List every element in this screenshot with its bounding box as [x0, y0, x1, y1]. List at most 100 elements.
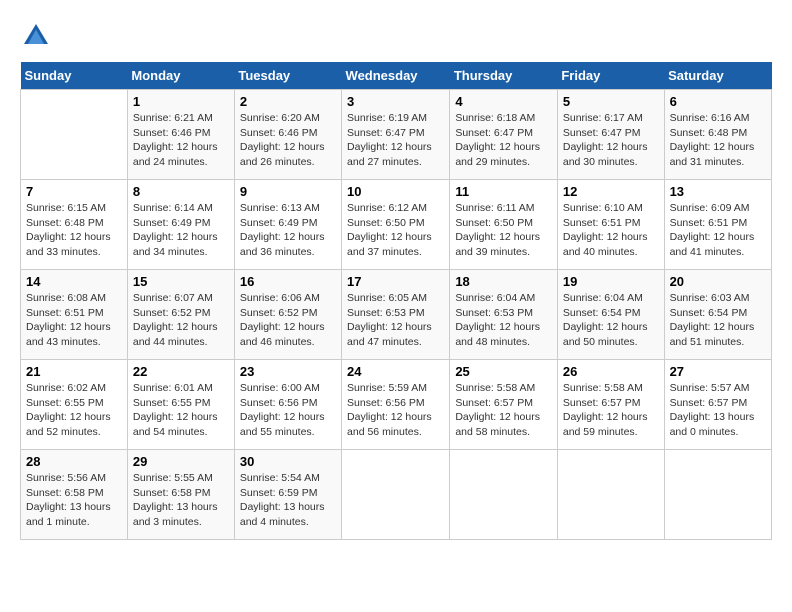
- day-info: Sunrise: 5:58 AM Sunset: 6:57 PM Dayligh…: [563, 381, 659, 440]
- day-info: Sunrise: 6:00 AM Sunset: 6:56 PM Dayligh…: [240, 381, 336, 440]
- day-number: 26: [563, 364, 659, 379]
- day-info: Sunrise: 6:11 AM Sunset: 6:50 PM Dayligh…: [455, 201, 552, 260]
- day-info: Sunrise: 6:09 AM Sunset: 6:51 PM Dayligh…: [670, 201, 766, 260]
- day-number: 1: [133, 94, 229, 109]
- day-number: 10: [347, 184, 444, 199]
- weekday-header-friday: Friday: [557, 62, 664, 90]
- calendar-cell: 26 Sunrise: 5:58 AM Sunset: 6:57 PM Dayli…: [557, 360, 664, 450]
- calendar-cell: 24 Sunrise: 5:59 AM Sunset: 6:56 PM Dayli…: [342, 360, 450, 450]
- logo-icon: [20, 20, 52, 52]
- calendar-cell: 11 Sunrise: 6:11 AM Sunset: 6:50 PM Dayli…: [450, 180, 558, 270]
- calendar-cell: 17 Sunrise: 6:05 AM Sunset: 6:53 PM Dayli…: [342, 270, 450, 360]
- day-info: Sunrise: 5:58 AM Sunset: 6:57 PM Dayligh…: [455, 381, 552, 440]
- day-info: Sunrise: 6:04 AM Sunset: 6:54 PM Dayligh…: [563, 291, 659, 350]
- day-number: 25: [455, 364, 552, 379]
- weekday-header-saturday: Saturday: [664, 62, 771, 90]
- calendar-cell: 3 Sunrise: 6:19 AM Sunset: 6:47 PM Daylig…: [342, 90, 450, 180]
- day-number: 17: [347, 274, 444, 289]
- page-header: [20, 20, 772, 52]
- weekday-header-row: SundayMondayTuesdayWednesdayThursdayFrid…: [21, 62, 772, 90]
- day-info: Sunrise: 6:21 AM Sunset: 6:46 PM Dayligh…: [133, 111, 229, 170]
- weekday-header-sunday: Sunday: [21, 62, 128, 90]
- day-number: 22: [133, 364, 229, 379]
- calendar-cell: 27 Sunrise: 5:57 AM Sunset: 6:57 PM Dayli…: [664, 360, 771, 450]
- day-info: Sunrise: 6:02 AM Sunset: 6:55 PM Dayligh…: [26, 381, 122, 440]
- calendar-cell: 21 Sunrise: 6:02 AM Sunset: 6:55 PM Dayli…: [21, 360, 128, 450]
- day-info: Sunrise: 5:56 AM Sunset: 6:58 PM Dayligh…: [26, 471, 122, 530]
- calendar-table: SundayMondayTuesdayWednesdayThursdayFrid…: [20, 62, 772, 540]
- calendar-cell: [557, 450, 664, 540]
- day-info: Sunrise: 6:10 AM Sunset: 6:51 PM Dayligh…: [563, 201, 659, 260]
- calendar-cell: 6Sunrise: 6:16 AM Sunset: 6:48 PM Daylig…: [664, 90, 771, 180]
- day-info: Sunrise: 6:15 AM Sunset: 6:48 PM Dayligh…: [26, 201, 122, 260]
- day-number: 13: [670, 184, 766, 199]
- day-number: 4: [455, 94, 552, 109]
- calendar-cell: 30 Sunrise: 5:54 AM Sunset: 6:59 PM Dayli…: [234, 450, 341, 540]
- day-info: Sunrise: 5:59 AM Sunset: 6:56 PM Dayligh…: [347, 381, 444, 440]
- day-number: 14: [26, 274, 122, 289]
- day-number: 24: [347, 364, 444, 379]
- day-info: Sunrise: 6:12 AM Sunset: 6:50 PM Dayligh…: [347, 201, 444, 260]
- day-number: 7: [26, 184, 122, 199]
- calendar-cell: 8Sunrise: 6:14 AM Sunset: 6:49 PM Daylig…: [127, 180, 234, 270]
- day-number: 29: [133, 454, 229, 469]
- calendar-cell: 28 Sunrise: 5:56 AM Sunset: 6:58 PM Dayli…: [21, 450, 128, 540]
- calendar-cell: 25 Sunrise: 5:58 AM Sunset: 6:57 PM Dayli…: [450, 360, 558, 450]
- day-number: 20: [670, 274, 766, 289]
- calendar-cell: 9Sunrise: 6:13 AM Sunset: 6:49 PM Daylig…: [234, 180, 341, 270]
- calendar-cell: 2 Sunrise: 6:20 AM Sunset: 6:46 PM Daylig…: [234, 90, 341, 180]
- calendar-cell: 18 Sunrise: 6:04 AM Sunset: 6:53 PM Dayli…: [450, 270, 558, 360]
- day-number: 30: [240, 454, 336, 469]
- calendar-cell: [664, 450, 771, 540]
- day-info: Sunrise: 6:14 AM Sunset: 6:49 PM Dayligh…: [133, 201, 229, 260]
- calendar-cell: 7 Sunrise: 6:15 AM Sunset: 6:48 PM Daylig…: [21, 180, 128, 270]
- day-number: 6: [670, 94, 766, 109]
- day-info: Sunrise: 6:19 AM Sunset: 6:47 PM Dayligh…: [347, 111, 444, 170]
- weekday-header-monday: Monday: [127, 62, 234, 90]
- day-number: 12: [563, 184, 659, 199]
- calendar-cell: 5Sunrise: 6:17 AM Sunset: 6:47 PM Daylig…: [557, 90, 664, 180]
- calendar-cell: [21, 90, 128, 180]
- day-number: 23: [240, 364, 336, 379]
- calendar-week-row: 7 Sunrise: 6:15 AM Sunset: 6:48 PM Daylig…: [21, 180, 772, 270]
- day-number: 15: [133, 274, 229, 289]
- calendar-cell: 1 Sunrise: 6:21 AM Sunset: 6:46 PM Daylig…: [127, 90, 234, 180]
- day-number: 3: [347, 94, 444, 109]
- day-info: Sunrise: 6:01 AM Sunset: 6:55 PM Dayligh…: [133, 381, 229, 440]
- day-number: 19: [563, 274, 659, 289]
- day-info: Sunrise: 6:18 AM Sunset: 6:47 PM Dayligh…: [455, 111, 552, 170]
- calendar-cell: 14 Sunrise: 6:08 AM Sunset: 6:51 PM Dayli…: [21, 270, 128, 360]
- day-info: Sunrise: 6:20 AM Sunset: 6:46 PM Dayligh…: [240, 111, 336, 170]
- calendar-cell: 4 Sunrise: 6:18 AM Sunset: 6:47 PM Daylig…: [450, 90, 558, 180]
- day-info: Sunrise: 6:13 AM Sunset: 6:49 PM Dayligh…: [240, 201, 336, 260]
- day-number: 27: [670, 364, 766, 379]
- day-info: Sunrise: 5:57 AM Sunset: 6:57 PM Dayligh…: [670, 381, 766, 440]
- day-number: 11: [455, 184, 552, 199]
- day-info: Sunrise: 6:07 AM Sunset: 6:52 PM Dayligh…: [133, 291, 229, 350]
- calendar-cell: 13 Sunrise: 6:09 AM Sunset: 6:51 PM Dayli…: [664, 180, 771, 270]
- day-number: 2: [240, 94, 336, 109]
- day-info: Sunrise: 5:54 AM Sunset: 6:59 PM Dayligh…: [240, 471, 336, 530]
- day-info: Sunrise: 6:05 AM Sunset: 6:53 PM Dayligh…: [347, 291, 444, 350]
- day-number: 16: [240, 274, 336, 289]
- day-info: Sunrise: 6:03 AM Sunset: 6:54 PM Dayligh…: [670, 291, 766, 350]
- calendar-week-row: 1 Sunrise: 6:21 AM Sunset: 6:46 PM Daylig…: [21, 90, 772, 180]
- day-info: Sunrise: 6:17 AM Sunset: 6:47 PM Dayligh…: [563, 111, 659, 170]
- calendar-cell: 15 Sunrise: 6:07 AM Sunset: 6:52 PM Dayli…: [127, 270, 234, 360]
- day-number: 21: [26, 364, 122, 379]
- day-info: Sunrise: 6:08 AM Sunset: 6:51 PM Dayligh…: [26, 291, 122, 350]
- day-number: 28: [26, 454, 122, 469]
- calendar-week-row: 21 Sunrise: 6:02 AM Sunset: 6:55 PM Dayli…: [21, 360, 772, 450]
- weekday-header-wednesday: Wednesday: [342, 62, 450, 90]
- day-number: 18: [455, 274, 552, 289]
- calendar-week-row: 14 Sunrise: 6:08 AM Sunset: 6:51 PM Dayli…: [21, 270, 772, 360]
- weekday-header-tuesday: Tuesday: [234, 62, 341, 90]
- day-info: Sunrise: 6:06 AM Sunset: 6:52 PM Dayligh…: [240, 291, 336, 350]
- calendar-cell: 19 Sunrise: 6:04 AM Sunset: 6:54 PM Dayli…: [557, 270, 664, 360]
- calendar-cell: 16 Sunrise: 6:06 AM Sunset: 6:52 PM Dayli…: [234, 270, 341, 360]
- calendar-cell: 22 Sunrise: 6:01 AM Sunset: 6:55 PM Dayli…: [127, 360, 234, 450]
- calendar-week-row: 28 Sunrise: 5:56 AM Sunset: 6:58 PM Dayli…: [21, 450, 772, 540]
- day-info: Sunrise: 6:04 AM Sunset: 6:53 PM Dayligh…: [455, 291, 552, 350]
- calendar-cell: 12 Sunrise: 6:10 AM Sunset: 6:51 PM Dayli…: [557, 180, 664, 270]
- calendar-cell: 20 Sunrise: 6:03 AM Sunset: 6:54 PM Dayli…: [664, 270, 771, 360]
